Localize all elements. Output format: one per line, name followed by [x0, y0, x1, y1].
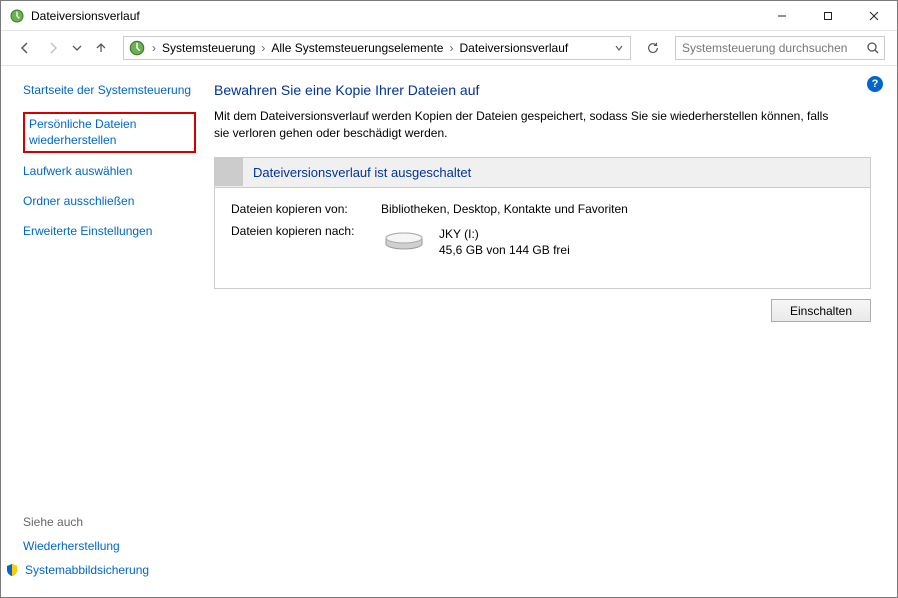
window-controls [759, 1, 897, 30]
main-content: Bewahren Sie eine Kopie Ihrer Dateien au… [206, 66, 897, 597]
recent-locations-button[interactable] [69, 36, 85, 60]
copy-to-label: Dateien kopieren nach: [231, 224, 381, 238]
sidebar-link-exclude-folders[interactable]: Ordner ausschließen [23, 193, 196, 209]
copy-from-value: Bibliotheken, Desktop, Kontakte und Favo… [381, 202, 854, 216]
sidebar-link-recovery[interactable]: Wiederherstellung [23, 539, 196, 553]
breadcrumb-seg-3[interactable]: Dateiversionsverlauf [455, 41, 572, 55]
search-input[interactable] [680, 40, 866, 56]
sidebar-link-recovery-label: Wiederherstellung [23, 539, 120, 553]
status-icon [215, 158, 243, 186]
see-also-label: Siehe auch [23, 515, 196, 529]
breadcrumb[interactable]: › Systemsteuerung › Alle Systemsteuerung… [123, 36, 631, 60]
breadcrumb-seg-2[interactable]: Alle Systemsteuerungselemente [267, 41, 447, 55]
sidebar-link-restore-files[interactable]: Persönliche Dateien wiederherstellen [23, 112, 196, 152]
forward-button[interactable] [41, 36, 65, 60]
shield-icon [5, 563, 19, 577]
window-title: Dateiversionsverlauf [31, 9, 759, 23]
refresh-button[interactable] [641, 36, 665, 60]
close-button[interactable] [851, 1, 897, 30]
enable-button[interactable]: Einschalten [771, 299, 871, 322]
search-box[interactable] [675, 36, 885, 60]
nav-bar: › Systemsteuerung › Alle Systemsteuerung… [1, 31, 897, 65]
chevron-right-icon[interactable]: › [259, 41, 267, 55]
up-button[interactable] [89, 36, 113, 60]
drive-free-space: 45,6 GB von 144 GB frei [439, 242, 570, 258]
drive-name: JKY (I:) [439, 226, 570, 242]
sidebar-link-select-drive[interactable]: Laufwerk auswählen [23, 163, 196, 179]
status-panel: Dateiversionsverlauf ist ausgeschaltet D… [214, 157, 871, 289]
sidebar-link-system-image-backup[interactable]: Systemabbildsicherung [5, 563, 196, 577]
sidebar-link-system-image-backup-label: Systemabbildsicherung [25, 563, 149, 577]
app-icon [9, 8, 25, 24]
drive-icon [381, 228, 427, 256]
sidebar: Startseite der Systemsteuerung Persönlic… [1, 66, 206, 597]
chevron-right-icon[interactable]: › [150, 41, 158, 55]
title-bar: Dateiversionsverlauf [1, 1, 897, 31]
sidebar-link-home[interactable]: Startseite der Systemsteuerung [23, 82, 196, 98]
breadcrumb-icon [128, 39, 146, 57]
copy-from-label: Dateien kopieren von: [231, 202, 381, 216]
breadcrumb-dropdown-button[interactable] [610, 43, 628, 53]
minimize-button[interactable] [759, 1, 805, 30]
sidebar-link-advanced-settings[interactable]: Erweiterte Einstellungen [23, 223, 196, 239]
page-description: Mit dem Dateiversionsverlauf werden Kopi… [214, 108, 834, 143]
breadcrumb-seg-1[interactable]: Systemsteuerung [158, 41, 259, 55]
back-button[interactable] [13, 36, 37, 60]
chevron-right-icon[interactable]: › [447, 41, 455, 55]
page-heading: Bewahren Sie eine Kopie Ihrer Dateien au… [214, 82, 871, 98]
status-panel-title: Dateiversionsverlauf ist ausgeschaltet [253, 165, 471, 180]
search-icon[interactable] [866, 41, 880, 55]
maximize-button[interactable] [805, 1, 851, 30]
help-icon[interactable]: ? [867, 76, 883, 92]
status-panel-header: Dateiversionsverlauf ist ausgeschaltet [215, 158, 870, 188]
